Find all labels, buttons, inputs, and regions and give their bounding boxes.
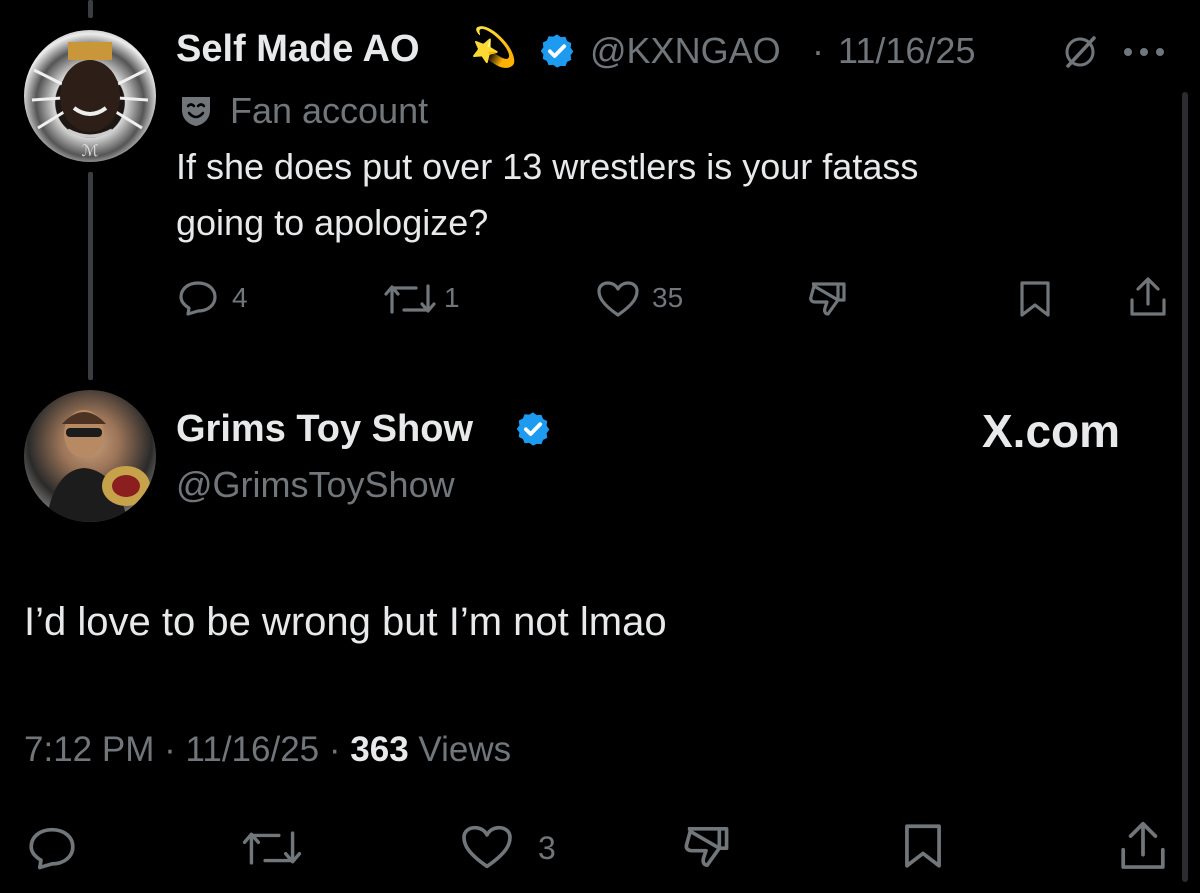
grok-icon[interactable]	[1060, 32, 1100, 72]
main-like-count: 3	[538, 830, 556, 866]
parent-date[interactable]: 11/16/25	[838, 30, 975, 72]
main-time[interactable]: 7:12 PM	[24, 730, 154, 769]
parent-label: Fan account	[230, 90, 429, 131]
share-icon[interactable]	[1118, 820, 1168, 872]
main-handle[interactable]: @GrimsToyShow	[176, 464, 455, 506]
verified-badge-icon	[514, 410, 552, 448]
thread-connector	[88, 172, 93, 380]
bookmark-icon[interactable]	[1018, 280, 1052, 318]
main-dot-2: ·	[328, 730, 341, 769]
main-date[interactable]: 11/16/25	[185, 730, 319, 769]
like-icon[interactable]	[460, 824, 514, 870]
dislike-icon[interactable]	[680, 824, 732, 870]
main-avatar[interactable]	[24, 390, 156, 522]
verified-badge-icon	[538, 32, 576, 70]
parent-handle[interactable]: @KXNGAO	[590, 30, 781, 72]
svg-text:ℳ: ℳ	[81, 143, 98, 160]
reply-icon[interactable]	[178, 280, 218, 316]
more-icon[interactable]	[1122, 46, 1170, 58]
thread-connector-top	[88, 0, 93, 18]
dislike-icon[interactable]	[806, 280, 848, 318]
parent-text-line-2: going to apologize?	[176, 202, 489, 243]
main-views-label: Views	[418, 730, 512, 769]
parent-separator: ·	[812, 30, 824, 71]
main-display-name[interactable]: Grims Toy Show	[176, 408, 473, 451]
scrollbar[interactable]	[1182, 92, 1188, 882]
repost-icon[interactable]	[382, 282, 438, 316]
main-views-count: 363	[350, 730, 409, 769]
share-icon[interactable]	[1128, 276, 1168, 318]
reply-icon[interactable]	[26, 826, 78, 870]
fan-account-icon	[178, 94, 214, 128]
parent-name-emoji: 💫	[470, 27, 518, 69]
repost-icon[interactable]	[240, 828, 304, 868]
main-dot-1: ·	[164, 730, 176, 769]
parent-like-count: 35	[652, 282, 684, 313]
x-com-watermark: X.com	[982, 405, 1121, 457]
parent-avatar[interactable]: ℳ	[24, 30, 156, 162]
bookmark-icon[interactable]	[902, 822, 944, 870]
parent-text-line-1: If she does put over 13 wrestlers is you…	[176, 146, 919, 187]
parent-display-name[interactable]: Self Made AO	[176, 28, 420, 71]
parent-repost-count: 1	[444, 282, 460, 313]
like-icon[interactable]	[596, 280, 640, 318]
main-timestamp: 7:12 PM · 11/16/25 · 363 Views	[24, 730, 511, 770]
main-tweet-text: I’d love to be wrong but I’m not lmao	[24, 600, 667, 644]
parent-reply-count: 4	[232, 282, 248, 313]
